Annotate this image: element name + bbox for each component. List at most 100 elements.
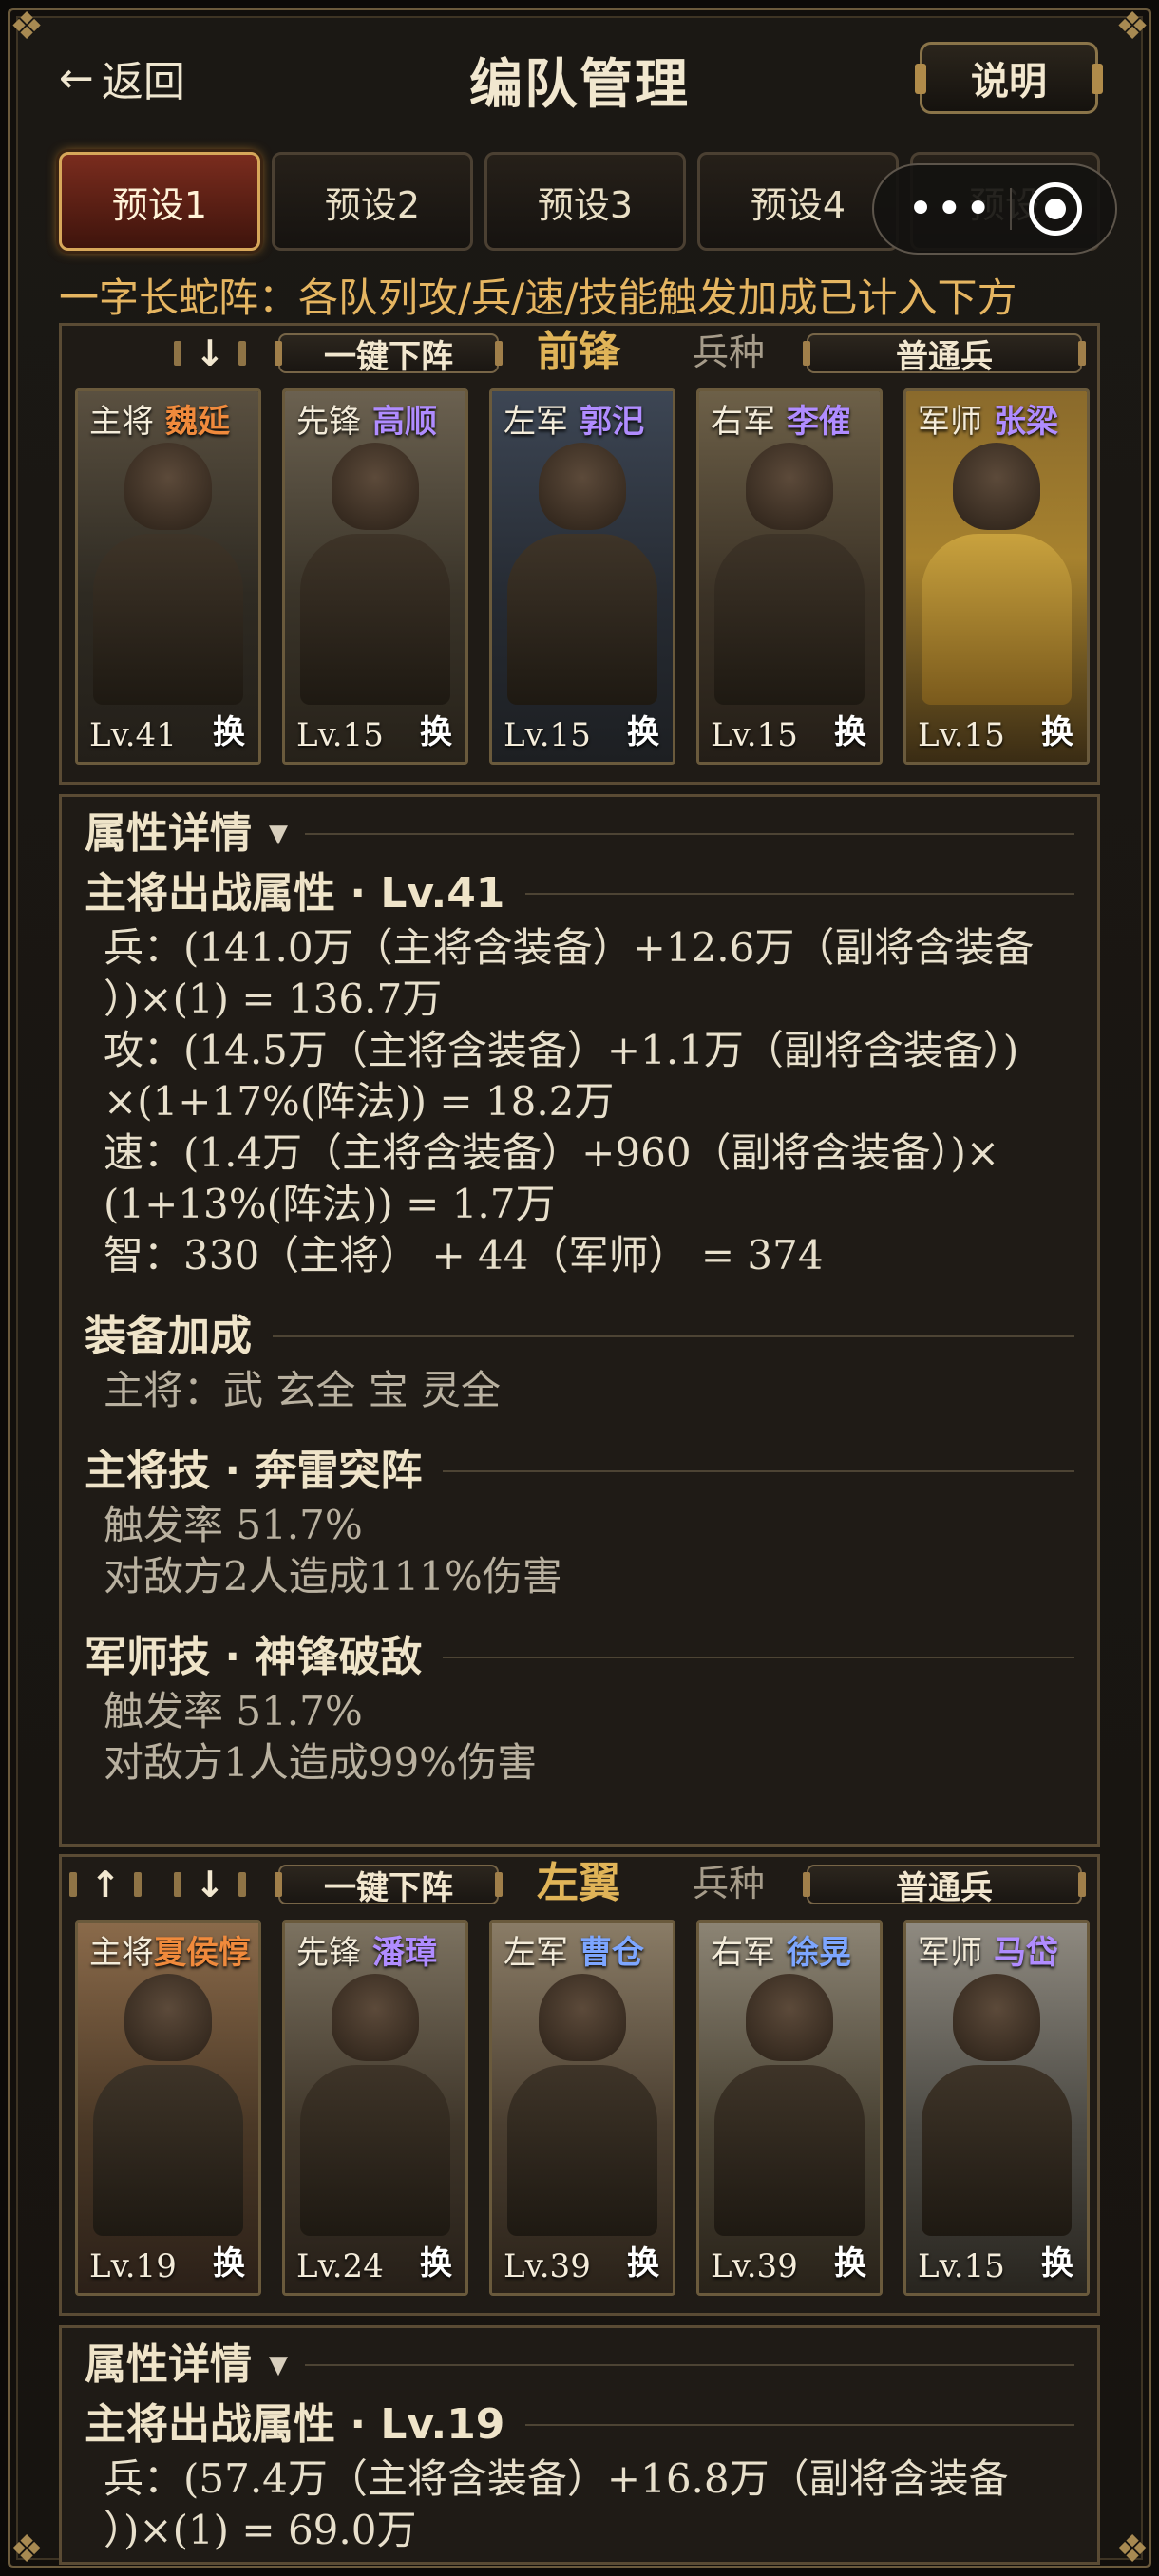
skill-line: 触发率 51.7% <box>104 1688 363 1734</box>
portrait-armor <box>714 2065 864 2236</box>
general-level: Lv.15 <box>918 2247 1005 2285</box>
attr-line: 智：330（主将） + 44（军师） = 374 <box>104 1232 824 1279</box>
unit-type-label: 兵种 <box>693 1863 766 1904</box>
general-card[interactable]: 主将 魏延 Lv.41 换 <box>75 388 261 765</box>
portrait-head <box>332 1974 419 2061</box>
general-level: Lv.15 <box>296 716 384 754</box>
general-card[interactable]: 军师 张梁 Lv.15 换 <box>903 388 1090 765</box>
general-card[interactable]: 左军 曹仓 Lv.39 换 <box>489 1920 675 2296</box>
portrait-armor <box>922 2065 1072 2236</box>
unit-type-selector[interactable]: 普通兵 <box>803 1865 1086 1907</box>
general-card[interactable]: 右军 李傕 Lv.15 换 <box>696 388 883 765</box>
general-card[interactable]: 主将夏侯惇 Lv.19 换 <box>75 1920 261 2296</box>
divider <box>273 1335 1074 1337</box>
equip-line: 主将：武 玄全 宝 灵全 <box>104 1367 502 1413</box>
attr-line: 攻：(14.5万（主将含装备）+1.1万（副将含装备）) <box>104 1027 1019 1073</box>
details-toggle[interactable]: 属性详情 ▼ <box>85 2334 1074 2396</box>
card-role: 主将 魏延 <box>89 403 230 441</box>
card-role: 右军 徐晃 <box>711 1934 851 1972</box>
squad-panel: ↓ 一键下阵 前锋 兵种 普通兵 主将 魏延 Lv.41 换 先锋 高顺 Lv.15… <box>59 323 1100 785</box>
unit-type-selector[interactable]: 普通兵 <box>803 333 1086 376</box>
general-name: 夏侯惇 <box>154 1934 251 1972</box>
general-level: Lv.19 <box>89 2247 177 2285</box>
portrait-armor <box>300 534 450 705</box>
attr-title: 主将出战属性 · Lv.41 <box>85 869 505 918</box>
tab-preset-2[interactable]: 预设2 <box>272 152 473 251</box>
corner-ornament-icon: ❖ <box>10 2528 44 2571</box>
section-heading: 主将出战属性 · Lv.19 <box>85 2396 1074 2453</box>
move-down-button[interactable]: ↓ <box>174 333 246 373</box>
portrait-head <box>124 1974 212 2061</box>
portrait-head <box>746 1974 833 2061</box>
card-role: 左军 郭汜 <box>504 403 644 441</box>
attr-line: 兵：(57.4万（主将含装备）+16.8万（副将含装备 <box>104 2455 1009 2502</box>
capsule-divider <box>1010 188 1013 230</box>
more-icon[interactable]: ••• <box>907 182 994 236</box>
card-role: 军师 马岱 <box>918 1934 1058 1972</box>
swap-button[interactable]: 换 <box>420 2237 452 2283</box>
general-card[interactable]: 军师 马岱 Lv.15 换 <box>903 1920 1090 2296</box>
details-title: 属性详情 <box>85 2340 252 2389</box>
general-card[interactable]: 左军 郭汜 Lv.15 换 <box>489 388 675 765</box>
caret-down-icon: ▼ <box>269 820 288 848</box>
attr-title: 主将出战属性 · Lv.19 <box>85 2400 505 2449</box>
section-heading: 主将出战属性 · Lv.41 <box>85 865 1074 922</box>
swap-button[interactable]: 换 <box>1041 706 1074 752</box>
move-down-button[interactable]: ↓ <box>174 1865 246 1904</box>
main-skill-title: 主将技 · 奔雷突阵 <box>85 1447 423 1495</box>
swap-button[interactable]: 换 <box>627 2237 659 2283</box>
corner-ornament-icon: ❖ <box>1115 2528 1150 2571</box>
attr-line: ）)×(1) = 69.0万 <box>104 2507 417 2553</box>
squad-toolbar: ↑ ↓ 一键下阵 左翼 兵种 普通兵 <box>62 1857 1097 1910</box>
portrait-head <box>332 443 419 530</box>
swap-button[interactable]: 换 <box>627 706 659 752</box>
divider <box>443 1470 1074 1472</box>
general-card[interactable]: 右军 徐晃 Lv.39 换 <box>696 1920 883 2296</box>
attr-line: ）)×(1) = 136.7万 <box>104 975 443 1022</box>
general-name: 潘璋 <box>372 1934 437 1972</box>
portrait-armor <box>922 534 1072 705</box>
general-cards: 主将夏侯惇 Lv.19 换 先锋 潘璋 Lv.24 换 左军 曹仓 Lv.39 换 … <box>75 1920 1090 2296</box>
tab-preset-3[interactable]: 预设3 <box>484 152 686 251</box>
portrait-armor <box>300 2065 450 2236</box>
portrait-armor <box>93 534 243 705</box>
general-card[interactable]: 先锋 高顺 Lv.15 换 <box>282 388 468 765</box>
portrait-armor <box>714 534 864 705</box>
details-toggle[interactable]: 属性详情 ▼ <box>85 803 1074 865</box>
attr-line: 兵：(141.0万（主将含装备）+12.6万（副将含装备 <box>104 924 1035 971</box>
general-level: Lv.15 <box>711 716 798 754</box>
quick-remove-button[interactable]: 一键下阵 <box>275 333 503 376</box>
portrait-armor <box>93 2065 243 2236</box>
card-role: 先锋 高顺 <box>296 403 437 441</box>
portrait-head <box>953 1974 1040 2061</box>
skill-line: 对敌方1人造成99%伤害 <box>104 1739 538 1786</box>
swap-button[interactable]: 换 <box>834 2237 866 2283</box>
close-target-icon[interactable] <box>1029 182 1083 236</box>
swap-button[interactable]: 换 <box>834 706 866 752</box>
caret-down-icon: ▼ <box>269 2351 288 2379</box>
advisor-skill-title: 军师技 · 神锋破敌 <box>85 1633 423 1681</box>
card-role: 右军 李傕 <box>711 403 851 441</box>
portrait-head <box>124 443 212 530</box>
section-heading: 军师技 · 神锋破敌 <box>85 1629 1074 1686</box>
portrait-armor <box>507 2065 657 2236</box>
general-card[interactable]: 先锋 潘璋 Lv.24 换 <box>282 1920 468 2296</box>
card-role: 主将夏侯惇 <box>89 1934 251 1972</box>
help-button[interactable]: 说明 <box>915 42 1103 114</box>
divider <box>305 2364 1074 2366</box>
unit-type-label: 兵种 <box>693 331 766 373</box>
tab-preset-1[interactable]: 预设1 <box>59 152 260 251</box>
move-up-button[interactable]: ↑ <box>69 1865 142 1904</box>
swap-button[interactable]: 换 <box>213 706 245 752</box>
general-name: 徐晃 <box>787 1934 851 1972</box>
general-level: Lv.24 <box>296 2247 384 2285</box>
general-name: 李傕 <box>787 403 851 441</box>
swap-button[interactable]: 换 <box>420 706 452 752</box>
swap-button[interactable]: 换 <box>213 2237 245 2283</box>
general-name: 曹仓 <box>580 1934 644 1972</box>
swap-button[interactable]: 换 <box>1041 2237 1074 2283</box>
squad-position-label: 左翼 <box>537 1859 620 1907</box>
tab-preset-4[interactable]: 预设4 <box>697 152 899 251</box>
card-role: 左军 曹仓 <box>504 1934 644 1972</box>
quick-remove-button[interactable]: 一键下阵 <box>275 1865 503 1907</box>
